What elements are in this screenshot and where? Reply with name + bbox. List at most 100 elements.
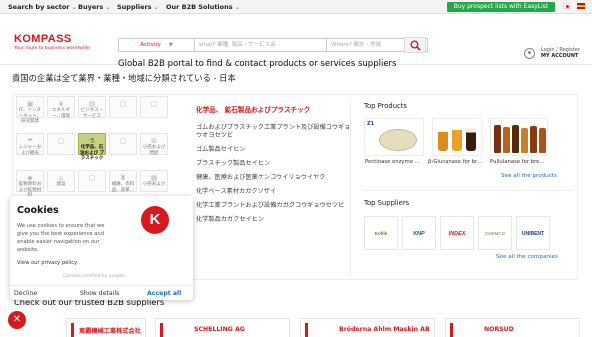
chip-icon: ▣ (26, 100, 34, 108)
subcategory-link[interactable]: プラスチック製品セイヒン (196, 160, 356, 168)
cookie-button-row: Decline Show details Accept all (10, 285, 193, 300)
cookie-description: We use cookies to ensure that we give yo… (17, 223, 105, 253)
sector-tile[interactable]: ▦ 小売および (140, 170, 168, 192)
box-icon: ▢ (150, 100, 158, 108)
search-activity-select[interactable]: Activity ▼ (119, 39, 195, 51)
sector-tile[interactable]: ⌂ 建設 (47, 170, 75, 192)
supplier-name: NORSUD (484, 326, 514, 333)
bottle-icon (539, 128, 546, 153)
show-details-button[interactable]: Show details (80, 286, 119, 301)
top-suppliers-title: Top Suppliers (364, 199, 410, 207)
supplier-logo[interactable]: KNP (402, 216, 436, 250)
nav-buyers[interactable]: Buyers ⌄ (78, 3, 111, 11)
user-icon[interactable] (524, 48, 535, 59)
top-products-title: Top Products (364, 102, 407, 110)
top-navigation-bar: Search by sector ⌄ Buyers ⌄ Suppliers ⌄ Our… (0, 0, 592, 14)
buy-prospect-lists-button[interactable]: Buy prospect lists with EasyList (447, 2, 555, 12)
category-title: 化学品、 鉱石製品およびプラスチック (196, 106, 311, 114)
box-icon: ▢ (119, 100, 127, 108)
subcategory-link[interactable]: 化学工業プラントおよび設備カガクコウギョウセツビ (196, 202, 356, 210)
supplier-card[interactable]: Bröderna Ahlm Maskin AB (300, 318, 435, 337)
chevron-down-icon: ⌄ (71, 3, 77, 11)
close-icon[interactable]: ✕ (8, 311, 26, 329)
bottle-icon (521, 128, 528, 153)
chevron-down-icon: ▼ (168, 42, 173, 48)
chevron-down-icon: ⌄ (153, 3, 160, 11)
flask-icon: ⚗ (88, 137, 96, 145)
search-what-input[interactable]: what? 業種, 製品・サービス名 (199, 39, 276, 51)
see-all-products-link[interactable]: See all the products (501, 173, 557, 179)
shirt-icon: ♜ (119, 174, 127, 182)
decline-button[interactable]: Decline (14, 286, 37, 301)
box-icon: ▢ (88, 174, 96, 182)
box-icon: ▢ (57, 137, 65, 145)
sector-tile[interactable]: ▢ (78, 170, 106, 192)
sector-tile[interactable]: ▤ ビジネス・サービス (78, 96, 106, 119)
supplier-name: 恵霸機械工業株式会社 (79, 328, 141, 335)
portal-headline: Global B2B portal to find & contact prod… (118, 59, 397, 69)
sector-tile[interactable]: ◆鉱物原料および鉱物材料 (16, 170, 44, 198)
cookie-title: Cookies (17, 205, 59, 216)
sector-tile[interactable]: ♜ 繊維、衣料品、皮革… (109, 170, 137, 193)
supplier-card[interactable]: 恵霸機械工業株式会社 (66, 318, 146, 337)
subcategory-list: ゴムおよびプラスチック工業プラント及び設備コウギョウオヨセツビ ゴム製品セイヒン… (196, 124, 356, 230)
product-image[interactable]: Z1 (364, 118, 424, 156)
accept-all-button[interactable]: Accept all (147, 286, 181, 301)
sector-tile[interactable]: ❦ エネルギー、環境 (47, 96, 75, 119)
search-where-input[interactable]: Where? 都市・地域 (326, 39, 406, 51)
sector-tile[interactable]: ☂ レジャーおよび観光 (16, 133, 44, 156)
subcategory-link[interactable]: ゴム製品セイヒン (196, 146, 356, 154)
bottle-icon (512, 125, 519, 153)
supplier-logo[interactable]: CHEMCO (478, 216, 512, 250)
supplier-name: SCHELLING AG (194, 326, 245, 333)
beer-glass-icon (438, 127, 448, 151)
sector-tile[interactable]: ▢ (47, 133, 75, 155)
search-bar: Activity ▼ what? 業種, 製品・サービス名 Where? 都市・地… (118, 38, 428, 52)
supplier-logo[interactable]: UNIBENT (516, 216, 550, 250)
sector-tile[interactable]: ▢ (109, 96, 137, 118)
sector-tile[interactable]: ▢ (109, 133, 137, 155)
sector-tile[interactable]: ▢ (140, 96, 168, 118)
supplier-name: Bröderna Ahlm Maskin AB (339, 326, 430, 333)
sector-tile-chemicals-active[interactable]: ⚗ 化学品、石油および プラスチック (78, 133, 106, 161)
kompass-k-logo: K (141, 206, 169, 234)
product-image[interactable] (490, 118, 548, 156)
product-caption[interactable]: Pullulanase for bre… (490, 159, 545, 165)
product-caption[interactable]: Pectinase enzyme … (365, 159, 420, 165)
see-all-companies-link[interactable]: See all the companies (496, 254, 558, 260)
nav-suppliers[interactable]: Suppliers ⌄ (117, 3, 159, 11)
site-header: KOMPASS Your route to business worldwide… (0, 14, 592, 69)
subcategory-link[interactable]: ゴムおよびプラスチック工業プラント及び設備コウギョウオヨセツビ (196, 124, 356, 140)
enzyme-powder-image (379, 129, 417, 151)
search-button[interactable] (404, 37, 426, 53)
supplier-logo[interactable]: Koflik (364, 216, 398, 250)
subcategory-link[interactable]: 化学製品カガクセイヒン (196, 216, 356, 224)
chevron-down-icon: ⌄ (105, 3, 111, 11)
supplier-card[interactable]: SCHELLING AG (155, 318, 290, 337)
subcategory-link[interactable]: 化学ベース素材カガクソザイ (196, 188, 356, 196)
nav-search-by-sector[interactable]: Search by sector ⌄ (8, 3, 77, 11)
login-register-link[interactable]: Login / Register MY ACCOUNT (541, 47, 580, 59)
logo-tagline: Your route to business worldwide (14, 46, 90, 51)
privacy-policy-link[interactable]: View our privacy policy (17, 260, 77, 266)
column-divider (350, 100, 351, 275)
product-caption[interactable]: β-Glucanase for br… (428, 159, 483, 165)
kompass-logo[interactable]: KOMPASS (14, 33, 72, 45)
supplier-logo[interactable]: INDEX (440, 216, 474, 250)
flag-japan-icon[interactable] (563, 3, 571, 9)
nav-b2b-solutions[interactable]: Our B2B Solutions ⌄ (166, 3, 240, 11)
beer-glass-icon (466, 128, 476, 151)
product-image[interactable] (432, 118, 482, 156)
box-icon: ▢ (119, 137, 127, 145)
section-divider (364, 190, 572, 191)
search-icon (410, 40, 421, 51)
flag-language-icon[interactable] (577, 3, 585, 9)
subcategory-link[interactable]: 健康、医療および医薬ケンコウイリョウイヤク (196, 174, 356, 182)
cart-icon: ⊞ (151, 137, 157, 145)
chevron-down-icon: ⌄ (234, 3, 241, 11)
sector-tile[interactable]: ▣ IT、インターネット、研究開発 (16, 96, 44, 124)
supplier-card[interactable]: NORSUD (445, 318, 580, 337)
sector-tile[interactable]: ⊞ 小売および問屋 (140, 133, 168, 156)
mineral-icon: ◆ (27, 174, 33, 182)
card-accent (305, 323, 308, 337)
